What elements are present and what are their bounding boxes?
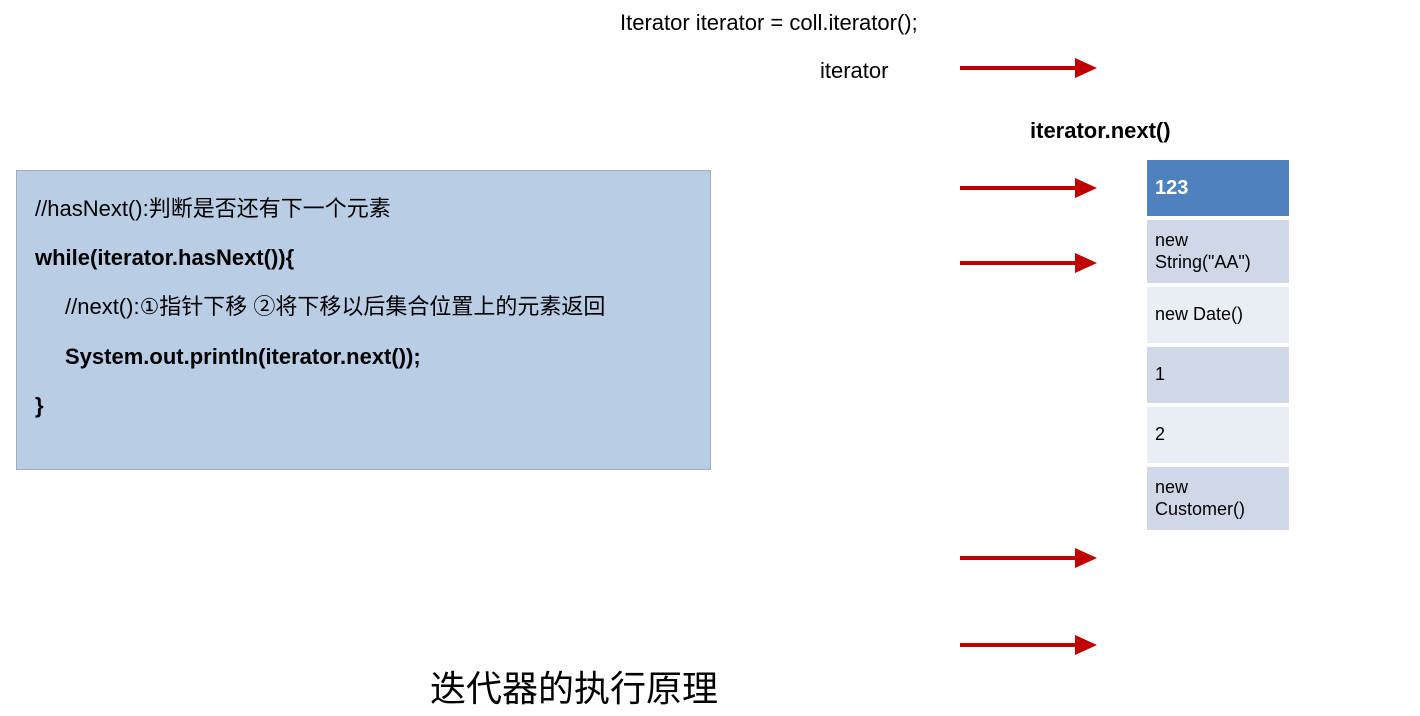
code-box: //hasNext():判断是否还有下一个元素 while(iterator.h…: [16, 170, 711, 470]
arrow-iterator-initial: [960, 58, 1100, 78]
cell-date: new Date(): [1145, 285, 1291, 345]
arrow-to-customer: [960, 635, 1100, 655]
arrow-to-123: [960, 178, 1100, 198]
arrow-to-string: [960, 253, 1100, 273]
cell-2: 2: [1145, 405, 1291, 465]
code-closebrace: }: [35, 388, 692, 423]
code-println: System.out.println(iterator.next());: [35, 339, 692, 374]
collection-list: 123 new String("AA") new Date() 1 2 new …: [1145, 158, 1291, 532]
arrow-to-2: [960, 548, 1100, 568]
code-comment-next: //next():①指针下移 ②将下移以后集合位置上的元素返回: [35, 289, 692, 324]
cell-string-aa: new String("AA"): [1145, 218, 1291, 285]
cell-123: 123: [1145, 158, 1291, 218]
iterator-declaration: Iterator iterator = coll.iterator();: [620, 10, 918, 36]
diagram-title: 迭代器的执行原理: [430, 660, 718, 712]
code-comment-hasnext: //hasNext():判断是否还有下一个元素: [35, 191, 692, 226]
code-while: while(iterator.hasNext()){: [35, 240, 692, 275]
cell-customer: new Customer(): [1145, 465, 1291, 532]
cell-1: 1: [1145, 345, 1291, 405]
iterator-label: iterator: [820, 58, 888, 84]
iterator-next-label: iterator.next(): [1030, 118, 1171, 144]
